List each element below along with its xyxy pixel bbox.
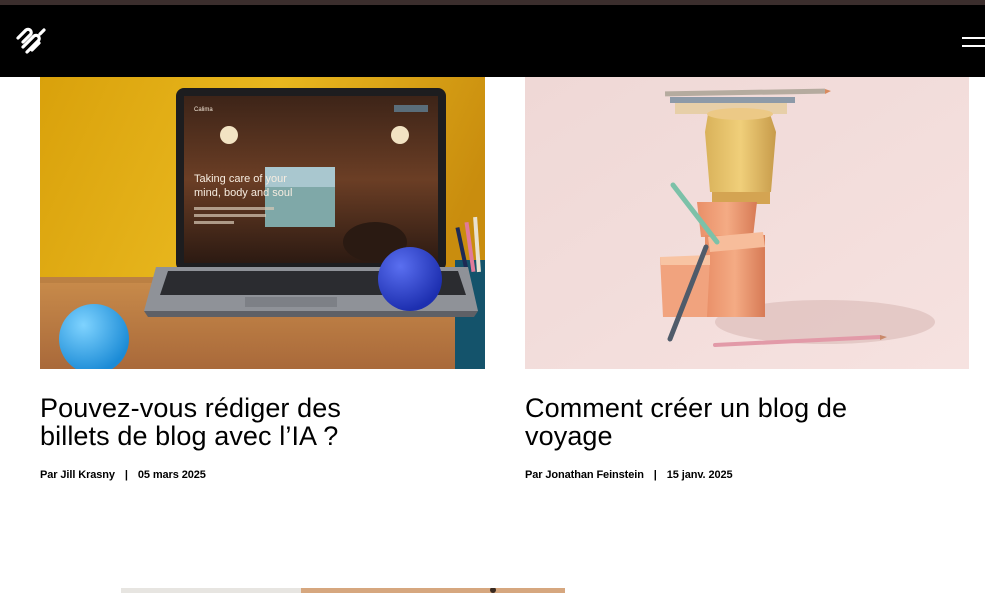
post-meta: Par Jonathan Feinstein | 15 janv. 2025 [525,469,733,481]
screen-heading-line2: mind, body and soul [194,187,292,199]
post-meta: Par Jill Krasny | 05 mars 2025 [40,469,206,481]
post-title-link[interactable]: Comment créer un blog de voyage [525,394,969,450]
post-title-link[interactable]: Pouvez-vous rédiger des billets de blog … [40,394,485,450]
post-title-line2: billets de blog avec l’IA ? [40,421,339,451]
post-author: Par Jonathan Feinstein [525,469,644,481]
post-title-line1: Pouvez-vous rédiger des [40,393,341,423]
post-date: 05 mars 2025 [137,469,206,481]
hamburger-menu-icon[interactable] [962,33,985,53]
next-post-thumbnail[interactable] [121,584,565,593]
post-date: 15 janv. 2025 [666,469,733,481]
meta-separator: | [124,469,128,481]
post-author: Par Jill Krasny [40,469,115,481]
meta-separator: | [653,469,657,481]
post-thumbnail-laptop[interactable]: Calima Taking care of your mind, body an… [40,77,485,369]
site-header [0,5,985,77]
squarespace-logo-icon[interactable] [14,25,48,55]
post-thumbnail-pencils[interactable] [525,77,969,369]
screen-heading-line1: Taking care of your [194,173,287,185]
post-title-line2: voyage [525,421,613,451]
post-title-line1: Comment créer un blog de [525,393,848,423]
screen-brand-text: Calima [194,107,213,113]
